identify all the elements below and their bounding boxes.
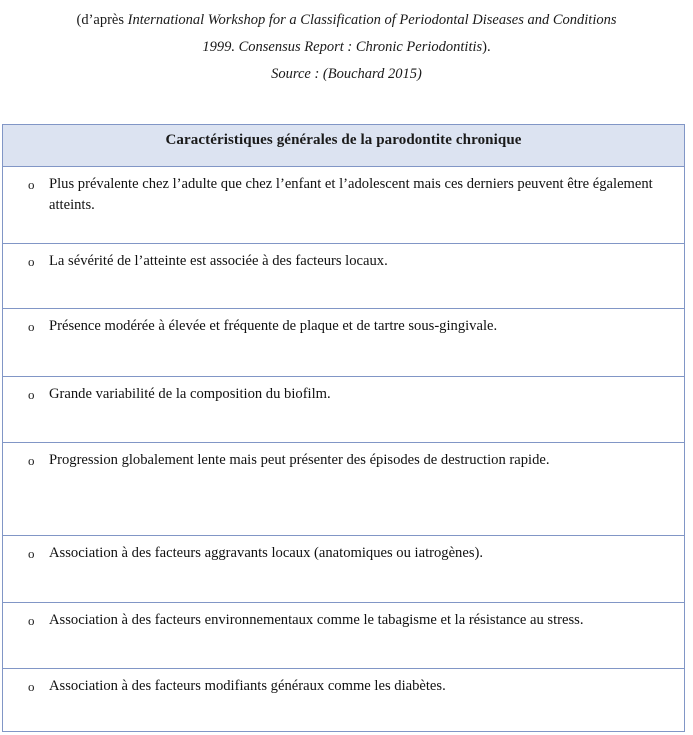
characteristic-text: Association à des facteurs aggravants lo…: [49, 545, 484, 561]
characteristics-table-container: Caractéristiques générales de la parodon…: [2, 124, 685, 732]
table-row: o Association à des facteurs modifiants …: [2, 668, 685, 732]
bullet-icon: o: [28, 546, 35, 561]
table-row: o Association à des facteurs environneme…: [2, 602, 685, 669]
bullet-icon: o: [28, 613, 35, 628]
document-page: (d’après International Workshop for a Cl…: [0, 0, 693, 735]
caption-source-subtitle: 1999. Consensus Report : Chronic Periodo…: [202, 39, 483, 55]
table-cell-characteristic-3: o Présence modérée à élevée et fréquente…: [2, 308, 685, 377]
characteristics-table: Caractéristiques générales de la parodon…: [2, 124, 685, 732]
table-row: o Grande variabilité de la composition d…: [2, 376, 685, 443]
table-cell-characteristic-6: o Association à des facteurs aggravants …: [2, 535, 685, 603]
bullet-icon: o: [28, 387, 35, 402]
characteristic-text: Présence modérée à élevée et fréquente d…: [49, 318, 498, 334]
characteristic-text: Progression globalement lente mais peut …: [49, 452, 550, 468]
characteristic-text: Association à des facteurs modifiants gé…: [49, 678, 446, 694]
table-cell-characteristic-5: o Progression globalement lente mais peu…: [2, 442, 685, 536]
characteristic-text: Plus prévalente chez l’adulte que chez l…: [49, 176, 653, 213]
table-header-row: Caractéristiques générales de la parodon…: [2, 124, 685, 167]
caption-suffix: ).: [482, 39, 491, 55]
bullet-icon: o: [28, 453, 35, 468]
table-row: o Progression globalement lente mais peu…: [2, 442, 685, 536]
caption-source-reference: Source : (Bouchard 2015): [271, 66, 422, 82]
table-cell-characteristic-8: o Association à des facteurs modifiants …: [2, 668, 685, 732]
bullet-icon: o: [28, 679, 35, 694]
table-row: o La sévérité de l’atteinte est associée…: [2, 243, 685, 309]
bullet-icon: o: [28, 177, 35, 192]
characteristic-text: La sévérité de l’atteinte est associée à…: [49, 253, 388, 269]
table-header-label: Caractéristiques générales de la parodon…: [165, 132, 522, 148]
caption-source-title: International Workshop for a Classificat…: [127, 12, 617, 28]
bullet-icon: o: [28, 319, 35, 334]
table-row: o Présence modérée à élevée et fréquente…: [2, 308, 685, 377]
caption-line-2: 1999. Consensus Report : Chronic Periodo…: [6, 34, 687, 61]
bullet-icon: o: [28, 254, 35, 269]
table-cell-characteristic-1: o Plus prévalente chez l’adulte que chez…: [2, 166, 685, 244]
table-row: o Plus prévalente chez l’adulte que chez…: [2, 166, 685, 244]
characteristic-text: Grande variabilité de la composition du …: [49, 386, 331, 402]
table-header-cell: Caractéristiques générales de la parodon…: [2, 124, 685, 167]
caption-line-1: (d’après International Workshop for a Cl…: [6, 7, 687, 34]
characteristic-text: Association à des facteurs environnement…: [49, 612, 584, 628]
table-cell-characteristic-7: o Association à des facteurs environneme…: [2, 602, 685, 669]
table-cell-characteristic-2: o La sévérité de l’atteinte est associée…: [2, 243, 685, 309]
figure-caption: (d’après International Workshop for a Cl…: [0, 0, 693, 88]
table-cell-characteristic-4: o Grande variabilité de la composition d…: [2, 376, 685, 443]
caption-prefix: (d’après: [76, 12, 128, 28]
table-row: o Association à des facteurs aggravants …: [2, 535, 685, 603]
